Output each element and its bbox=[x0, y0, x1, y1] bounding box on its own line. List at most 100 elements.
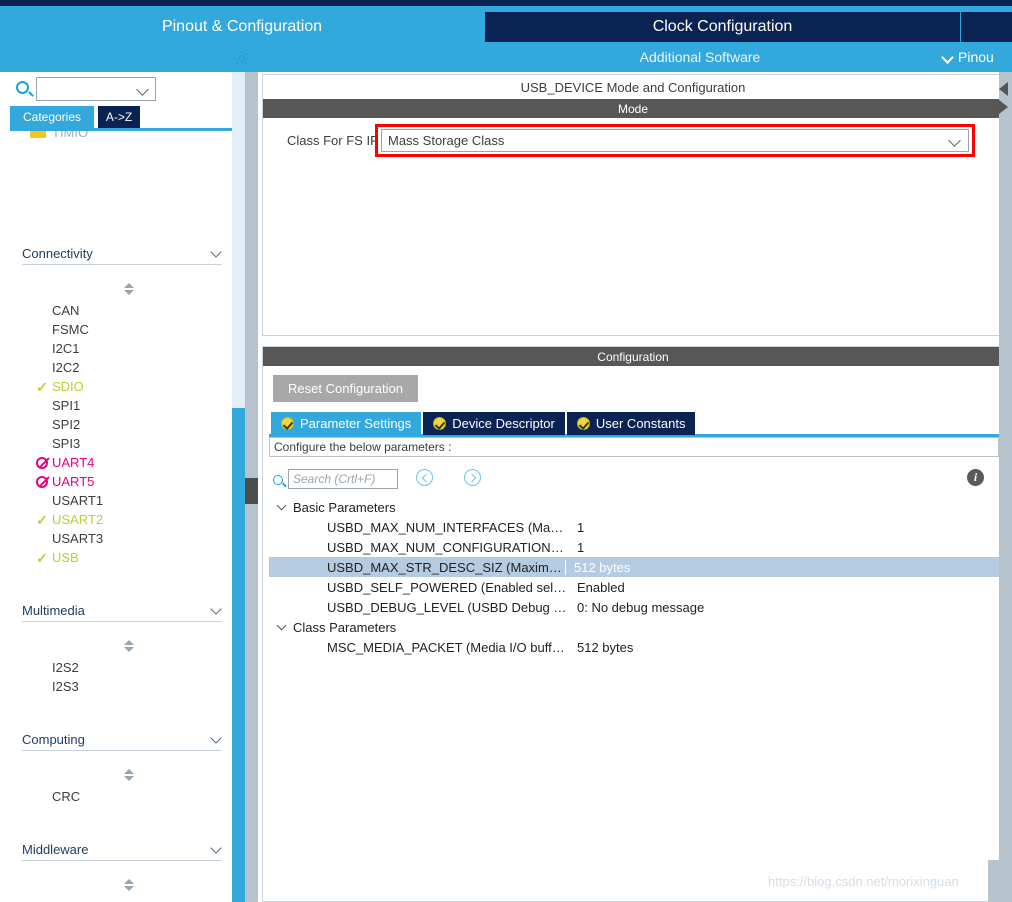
param-name: USBD_MAX_NUM_CONFIGURATION (Maximum ... bbox=[327, 539, 567, 555]
tab-device-descriptor[interactable]: Device Descriptor bbox=[423, 412, 565, 435]
param-name: USBD_SELF_POWERED (Enabled self power) bbox=[327, 579, 567, 595]
pinout-view-menu[interactable]: Pinou bbox=[942, 49, 994, 65]
chevron-down-icon bbox=[211, 248, 222, 259]
ip-item-i2c1[interactable]: I2C1 bbox=[24, 339, 222, 358]
status-icon-none bbox=[34, 437, 50, 451]
check-badge-icon bbox=[281, 417, 294, 430]
ip-search-combo[interactable] bbox=[36, 77, 156, 101]
right-scrollbar-thumb[interactable] bbox=[988, 860, 999, 902]
forbidden-icon bbox=[34, 475, 50, 489]
ip-label: USART1 bbox=[52, 493, 104, 508]
ip-label: SPI1 bbox=[52, 398, 81, 413]
scroll-spinner-middleware[interactable] bbox=[122, 879, 134, 891]
status-icon-none bbox=[34, 304, 50, 318]
tab-label: Pinout & Configuration bbox=[161, 18, 323, 35]
group-header-connectivity[interactable]: Connectivity bbox=[22, 243, 222, 265]
check-badge-icon bbox=[433, 417, 447, 430]
param-value[interactable]: 512 bytes bbox=[565, 559, 631, 575]
param-group-basic-parameters[interactable]: Basic Parameters bbox=[269, 497, 999, 517]
tab-a-to-z[interactable]: A->Z bbox=[98, 106, 140, 128]
ip-label: CAN bbox=[52, 303, 80, 318]
tab-parameter-settings[interactable]: Parameter Settings bbox=[271, 412, 422, 435]
status-icon-none bbox=[34, 532, 50, 546]
class-for-fs-ip-dropdown[interactable]: Mass Storage Class bbox=[381, 129, 969, 152]
tab-project-manager[interactable] bbox=[961, 12, 1012, 42]
parameter-tree[interactable]: Basic Parameters USBD_MAX_NUM_INTERFACES… bbox=[269, 497, 999, 897]
ip-item-usb[interactable]: ✓ USB bbox=[24, 548, 222, 567]
ip-item-crc[interactable]: CRC bbox=[24, 787, 222, 806]
configuration-section: Configuration Reset Configuration Parame… bbox=[262, 346, 1004, 902]
check-badge-icon bbox=[576, 417, 590, 430]
ip-item-usart2[interactable]: ✓ USART2 bbox=[24, 510, 222, 529]
ip-item-uart4[interactable]: UART4 bbox=[24, 453, 222, 472]
check-icon: ✓ bbox=[36, 511, 48, 528]
triangle-right-icon[interactable] bbox=[999, 100, 1008, 114]
group-header-computing[interactable]: Computing bbox=[22, 729, 222, 751]
ip-label: SPI2 bbox=[52, 417, 81, 432]
scroll-spinner-computing[interactable] bbox=[122, 769, 134, 781]
param-group-class-parameters[interactable]: Class Parameters bbox=[269, 617, 999, 637]
ip-tree[interactable]: TIMIO Connectivity CAN FSMC I2C1 I2C2 ✓ S… bbox=[0, 131, 232, 902]
ip-label: I2S3 bbox=[52, 679, 79, 694]
pinout-view-label: Pinou bbox=[958, 49, 994, 65]
chevron-down-icon bbox=[211, 844, 222, 855]
table-row-selected[interactable]: USBD_MAX_STR_DESC_SIZ (Maximum size for … bbox=[269, 557, 999, 577]
param-name: MSC_MEDIA_PACKET (Media I/O buffer Size) bbox=[327, 639, 567, 655]
ip-item-usart3[interactable]: USART3 bbox=[24, 529, 222, 548]
group-header-multimedia[interactable]: Multimedia bbox=[22, 600, 222, 622]
ip-item-uart5[interactable]: UART5 bbox=[24, 472, 222, 491]
tab-user-constants[interactable]: User Constants bbox=[566, 412, 696, 435]
gear-icon[interactable] bbox=[232, 49, 251, 68]
ip-item-spi1[interactable]: SPI1 bbox=[24, 396, 222, 415]
ip-label: UART4 bbox=[52, 455, 95, 470]
chevron-right-circle-icon[interactable] bbox=[464, 469, 481, 486]
tab-label: A->Z bbox=[105, 110, 133, 124]
tab-pinout-and-configuration[interactable]: Pinout & Configuration bbox=[0, 12, 484, 42]
info-icon[interactable]: i bbox=[967, 469, 984, 486]
status-icon-none bbox=[34, 494, 50, 508]
parameter-search-row: Search (Crtl+F) i bbox=[269, 467, 999, 497]
table-row[interactable]: USBD_MAX_NUM_CONFIGURATION (Maximum ... … bbox=[269, 537, 999, 557]
triangle-left-icon[interactable] bbox=[999, 82, 1008, 96]
mode-band: Mode bbox=[263, 99, 1003, 118]
ip-item-fatfs[interactable]: FATFS bbox=[24, 897, 222, 902]
param-group-label: Class Parameters bbox=[293, 619, 397, 635]
ip-item-spi3[interactable]: SPI3 bbox=[24, 434, 222, 453]
group-title: Computing bbox=[22, 732, 85, 747]
additional-software-button[interactable]: Additional Software bbox=[640, 49, 761, 65]
tab-categories[interactable]: Categories bbox=[10, 106, 94, 128]
group-header-middleware[interactable]: Middleware bbox=[22, 839, 222, 861]
ip-item-i2s2[interactable]: I2S2 bbox=[24, 658, 222, 677]
ip-item-can[interactable]: CAN bbox=[24, 301, 222, 320]
ip-item-fsmc[interactable]: FSMC bbox=[24, 320, 222, 339]
tab-label: Parameter Settings bbox=[300, 416, 412, 431]
forbidden-icon bbox=[34, 456, 50, 470]
tab-clock-configuration[interactable]: Clock Configuration bbox=[485, 12, 960, 42]
status-icon-none bbox=[34, 418, 50, 432]
table-row[interactable]: MSC_MEDIA_PACKET (Media I/O buffer Size)… bbox=[269, 637, 999, 657]
param-value: 0: No debug message bbox=[577, 599, 705, 615]
table-row[interactable]: USBD_DEBUG_LEVEL (USBD Debug Level) 0: N… bbox=[269, 597, 999, 617]
ip-item-spi2[interactable]: SPI2 bbox=[24, 415, 222, 434]
ip-item-i2s3[interactable]: I2S3 bbox=[24, 677, 222, 696]
right-splitter[interactable] bbox=[999, 72, 1012, 902]
ip-tree-cut-label: TIMIO bbox=[52, 131, 89, 140]
ip-item-i2c2[interactable]: I2C2 bbox=[24, 358, 222, 377]
group-title: Multimedia bbox=[22, 603, 85, 618]
ip-tree-cut-item[interactable]: TIMIO bbox=[30, 131, 88, 140]
param-name: USBD_DEBUG_LEVEL (USBD Debug Level) bbox=[327, 599, 567, 615]
ip-item-usart1[interactable]: USART1 bbox=[24, 491, 222, 510]
left-splitter-grip[interactable] bbox=[245, 478, 258, 504]
ip-label: UART5 bbox=[52, 474, 95, 489]
ip-label: SPI3 bbox=[52, 436, 81, 451]
parameter-search-input[interactable]: Search (Crtl+F) bbox=[288, 469, 398, 489]
table-row[interactable]: USBD_MAX_NUM_INTERFACES (Maximum num... … bbox=[269, 517, 999, 537]
ip-tree-scrollbar-thumb[interactable] bbox=[232, 408, 245, 902]
configuration-panel: USB_DEVICE Mode and Configuration Mode C… bbox=[258, 72, 1012, 902]
reset-configuration-button[interactable]: Reset Configuration bbox=[273, 375, 418, 402]
scroll-spinner-multimedia[interactable] bbox=[122, 640, 134, 652]
scroll-spinner-connectivity[interactable] bbox=[122, 283, 134, 295]
table-row[interactable]: USBD_SELF_POWERED (Enabled self power) E… bbox=[269, 577, 999, 597]
chevron-left-circle-icon[interactable] bbox=[416, 469, 433, 486]
ip-item-sdio[interactable]: ✓ SDIO bbox=[24, 377, 222, 396]
